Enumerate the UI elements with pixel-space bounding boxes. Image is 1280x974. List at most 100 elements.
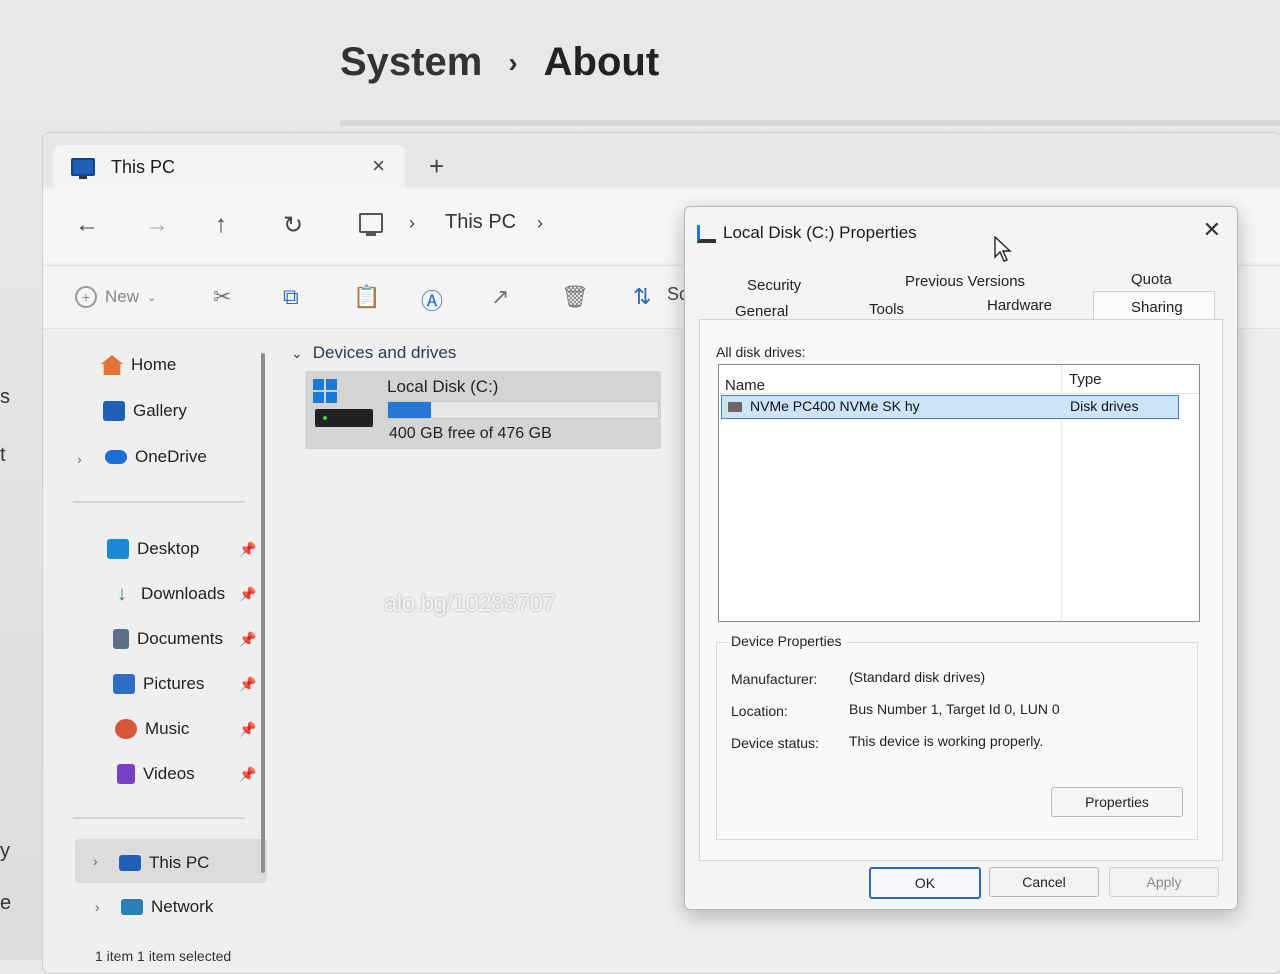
cancel-button[interactable]: Cancel	[989, 867, 1099, 897]
forward-arrow-icon[interactable]: →	[145, 211, 169, 239]
sidebar-item-network[interactable]: Network	[121, 897, 213, 917]
tab-bar: This PC × +	[43, 133, 1280, 189]
music-icon	[115, 719, 137, 739]
row-type: Disk drives	[1070, 398, 1139, 414]
windows-logo-icon	[313, 379, 337, 403]
document-icon	[113, 629, 129, 649]
cut-icon[interactable]: ✂	[213, 284, 231, 310]
delete-icon[interactable]: 🗑	[561, 284, 589, 310]
pc-icon[interactable]	[359, 213, 383, 236]
plus-circle-icon: +	[75, 286, 97, 308]
close-icon[interactable]: ×	[372, 153, 385, 179]
tab-sharing[interactable]: Sharing	[1131, 299, 1183, 316]
monitor-icon	[71, 158, 95, 179]
disk-icon	[697, 225, 716, 243]
apply-button[interactable]: Apply	[1109, 867, 1219, 897]
pin-icon[interactable]: 📌	[239, 586, 256, 603]
hardware-panel: All disk drives: Name Type NVMe PC400 NV…	[699, 319, 1223, 861]
location-value: Bus Number 1, Target Id 0, LUN 0	[849, 701, 1060, 717]
back-arrow-icon[interactable]: ←	[75, 211, 99, 239]
tab-security[interactable]: Security	[747, 277, 801, 294]
sidebar-item-label: Gallery	[133, 401, 187, 420]
column-header-type[interactable]: Type	[1069, 371, 1102, 388]
picture-icon	[113, 674, 135, 694]
pin-icon[interactable]: 📌	[239, 541, 256, 558]
tab-hardware[interactable]: Hardware	[987, 297, 1052, 314]
pin-icon[interactable]: 📌	[239, 766, 256, 783]
plus-icon[interactable]: +	[429, 151, 444, 182]
chevron-down-icon: ⌄	[291, 344, 303, 361]
tab-quota[interactable]: Quota	[1131, 271, 1172, 288]
column-header-name[interactable]: Name	[725, 377, 765, 394]
sidebar-item-this-pc[interactable]: This PC	[119, 853, 209, 873]
chevron-right-icon[interactable]: ›	[537, 213, 543, 234]
cloud-icon	[105, 450, 127, 464]
copy-icon[interactable]: ⧉	[283, 284, 299, 310]
list-header: Name Type	[719, 365, 1199, 394]
desktop-icon	[107, 539, 129, 559]
settings-divider	[340, 120, 1280, 126]
chevron-right-icon[interactable]: ›	[93, 853, 98, 869]
close-icon[interactable]: ✕	[1203, 217, 1221, 243]
up-arrow-icon[interactable]: ↑	[215, 211, 227, 239]
chevron-right-icon[interactable]: ›	[409, 213, 415, 234]
sidebar-item-videos[interactable]: Videos	[117, 764, 195, 784]
rename-icon[interactable]: Ⓐ	[421, 284, 443, 316]
tab-general[interactable]: General	[735, 303, 788, 320]
sidebar-divider	[73, 501, 245, 503]
sidebar-item-downloads[interactable]: ↓ Downloads	[111, 584, 225, 604]
device-properties-group: Device Properties Manufacturer: (Standar…	[716, 633, 1198, 840]
sidebar-item-label: OneDrive	[135, 447, 207, 466]
sidebar-item-label: Home	[131, 355, 177, 374]
chevron-down-icon: ⌄	[147, 291, 157, 304]
clipped-text: s	[0, 386, 10, 408]
settings-breadcrumb: System › About	[340, 40, 659, 85]
sidebar-scrollbar[interactable]	[261, 353, 265, 873]
video-icon	[117, 764, 135, 784]
pin-icon[interactable]: 📌	[239, 631, 256, 648]
new-button[interactable]: + New ⌄	[75, 286, 156, 308]
row-name: NVMe PC400 NVMe SK hy	[750, 398, 920, 414]
tab-this-pc[interactable]: This PC ×	[53, 145, 405, 189]
breadcrumb-system[interactable]: System	[340, 40, 482, 85]
device-status-label: Device status:	[731, 735, 819, 751]
sidebar-item-desktop[interactable]: Desktop	[107, 539, 199, 559]
paste-icon[interactable]: 📋	[353, 284, 380, 310]
sidebar-item-label: This PC	[149, 853, 210, 872]
device-status-value: This device is working properly.	[849, 733, 1044, 749]
tab-previous-versions[interactable]: Previous Versions	[905, 273, 1025, 290]
manufacturer-value: (Standard disk drives)	[849, 669, 986, 685]
sidebar-item-documents[interactable]: Documents	[113, 629, 223, 649]
share-icon[interactable]: ↗	[491, 284, 509, 310]
tab-title: This PC	[111, 156, 176, 177]
drive-tile-c[interactable]: Local Disk (C:) 400 GB free of 476 GB	[305, 371, 661, 449]
network-icon	[121, 899, 143, 915]
devices-section-header[interactable]: ⌄ Devices and drives	[291, 343, 456, 363]
drive-usage-fill	[388, 402, 432, 418]
sidebar-item-onedrive[interactable]: OneDrive	[105, 447, 207, 467]
sidebar-item-gallery[interactable]: Gallery	[103, 401, 187, 421]
sidebar-item-label: Downloads	[141, 584, 226, 603]
gallery-icon	[103, 401, 125, 421]
pin-icon[interactable]: 📌	[239, 676, 256, 693]
sidebar-item-music[interactable]: Music	[115, 719, 189, 739]
sidebar-item-label: Desktop	[137, 539, 200, 558]
disk-drives-list[interactable]: Name Type NVMe PC400 NVMe SK hy Disk dri…	[718, 364, 1200, 622]
ok-button[interactable]: OK	[869, 867, 981, 899]
download-icon: ↓	[117, 583, 127, 605]
disk-drive-icon	[728, 402, 742, 412]
dialog-tabs: Security Previous Versions Quota General…	[695, 267, 1227, 320]
chevron-right-icon[interactable]: ›	[95, 899, 100, 915]
address-this-pc[interactable]: This PC	[445, 211, 516, 234]
chevron-right-icon[interactable]: ›	[77, 451, 82, 467]
refresh-icon[interactable]: ↻	[283, 211, 303, 240]
properties-button[interactable]: Properties	[1051, 787, 1183, 817]
table-row[interactable]: NVMe PC400 NVMe SK hy Disk drives	[721, 395, 1179, 419]
sidebar-item-pictures[interactable]: Pictures	[113, 674, 204, 694]
pin-icon[interactable]: 📌	[239, 721, 256, 738]
clipped-text: y	[0, 840, 10, 862]
sidebar-item-home[interactable]: Home	[101, 355, 176, 375]
home-icon	[101, 355, 123, 375]
tab-tools[interactable]: Tools	[869, 301, 904, 318]
sort-icon[interactable]: ⇅	[633, 284, 651, 310]
